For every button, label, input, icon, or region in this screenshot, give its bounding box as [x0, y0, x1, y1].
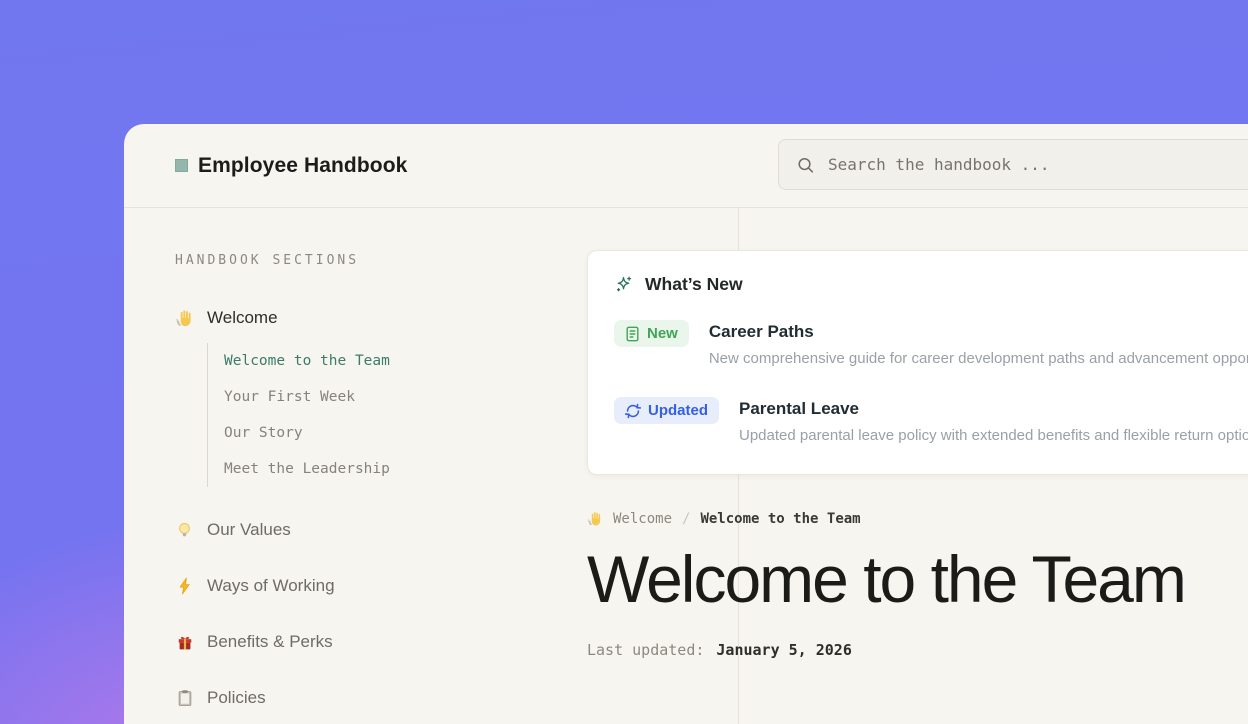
badge-label: New: [647, 325, 678, 342]
last-updated-value: January 5, 2026: [716, 641, 851, 659]
new-badge: New: [614, 320, 689, 347]
whats-new-item-title: Career Paths: [709, 320, 1248, 342]
page-title: Welcome to the Team: [587, 546, 1248, 612]
whats-new-title: What’s New: [645, 274, 743, 295]
main-content: What’s New New Career Paths New comprehe…: [587, 208, 1248, 659]
last-updated-label: Last updated:: [587, 641, 704, 659]
whats-new-item-parental-leave[interactable]: Updated Parental Leave Updated parental …: [614, 397, 1248, 444]
sidebar-item-label: Ways of Working: [207, 576, 335, 596]
sidebar-subitem-your-first-week[interactable]: Your First Week: [224, 379, 555, 415]
sidebar-item-welcome[interactable]: Welcome: [175, 308, 555, 328]
waving-hand-icon: [587, 511, 603, 527]
light-bulb-icon: [175, 521, 194, 540]
sidebar-item-label: Benefits & Perks: [207, 632, 333, 652]
sidebar-sublist-welcome: Welcome to the Team Your First Week Our …: [207, 343, 555, 487]
whats-new-item-body: Career Paths New comprehensive guide for…: [709, 320, 1248, 367]
app-window: Employee Handbook HANDBOOK SECTIONS Welc…: [124, 124, 1248, 724]
whats-new-item-description: Updated parental leave policy with exten…: [739, 427, 1248, 444]
sidebar-item-our-values[interactable]: Our Values: [175, 520, 555, 540]
sidebar-item-benefits-perks[interactable]: Benefits & Perks: [175, 632, 555, 652]
whats-new-item-career-paths[interactable]: New Career Paths New comprehensive guide…: [614, 320, 1248, 367]
breadcrumb-separator: /: [682, 511, 690, 527]
whats-new-item-body: Parental Leave Updated parental leave po…: [739, 397, 1248, 444]
whats-new-card: What’s New New Career Paths New comprehe…: [587, 250, 1248, 475]
breadcrumb: Welcome / Welcome to the Team: [587, 511, 1248, 527]
sidebar-heading: HANDBOOK SECTIONS: [175, 253, 555, 268]
gift-icon: [175, 633, 194, 652]
last-updated-row: Last updated: January 5, 2026: [587, 641, 1248, 659]
sparkle-icon: [614, 275, 633, 294]
whats-new-item-description: New comprehensive guide for career devel…: [709, 350, 1248, 367]
search-icon: [796, 155, 815, 174]
breadcrumb-current: Welcome to the Team: [700, 511, 860, 527]
breadcrumb-section[interactable]: Welcome: [613, 511, 672, 527]
search-input[interactable]: [828, 155, 1248, 174]
app-header: Employee Handbook: [124, 124, 1248, 208]
app-title: Employee Handbook: [198, 154, 407, 178]
app-brand: Employee Handbook: [175, 154, 407, 178]
sidebar-subitem-meet-the-leadership[interactable]: Meet the Leadership: [224, 451, 555, 487]
whats-new-item-title: Parental Leave: [739, 397, 1248, 419]
search-bar[interactable]: [778, 139, 1248, 190]
sidebar: HANDBOOK SECTIONS Welcome Welcome to the…: [175, 253, 555, 708]
sidebar-subitem-our-story[interactable]: Our Story: [224, 415, 555, 451]
updated-badge: Updated: [614, 397, 719, 424]
sidebar-item-label: Policies: [207, 688, 266, 708]
sidebar-item-label: Our Values: [207, 520, 291, 540]
document-icon: [625, 326, 640, 342]
waving-hand-icon: [175, 309, 194, 328]
sidebar-item-label: Welcome: [207, 308, 278, 328]
sidebar-item-policies[interactable]: Policies: [175, 688, 555, 708]
badge-label: Updated: [648, 402, 708, 419]
refresh-icon: [625, 403, 641, 419]
lightning-bolt-icon: [175, 577, 194, 596]
logo-square-icon: [175, 159, 188, 172]
sidebar-item-ways-of-working[interactable]: Ways of Working: [175, 576, 555, 596]
clipboard-icon: [175, 689, 194, 708]
whats-new-header: What’s New: [614, 274, 1248, 295]
sidebar-subitem-welcome-to-the-team[interactable]: Welcome to the Team: [224, 343, 555, 379]
